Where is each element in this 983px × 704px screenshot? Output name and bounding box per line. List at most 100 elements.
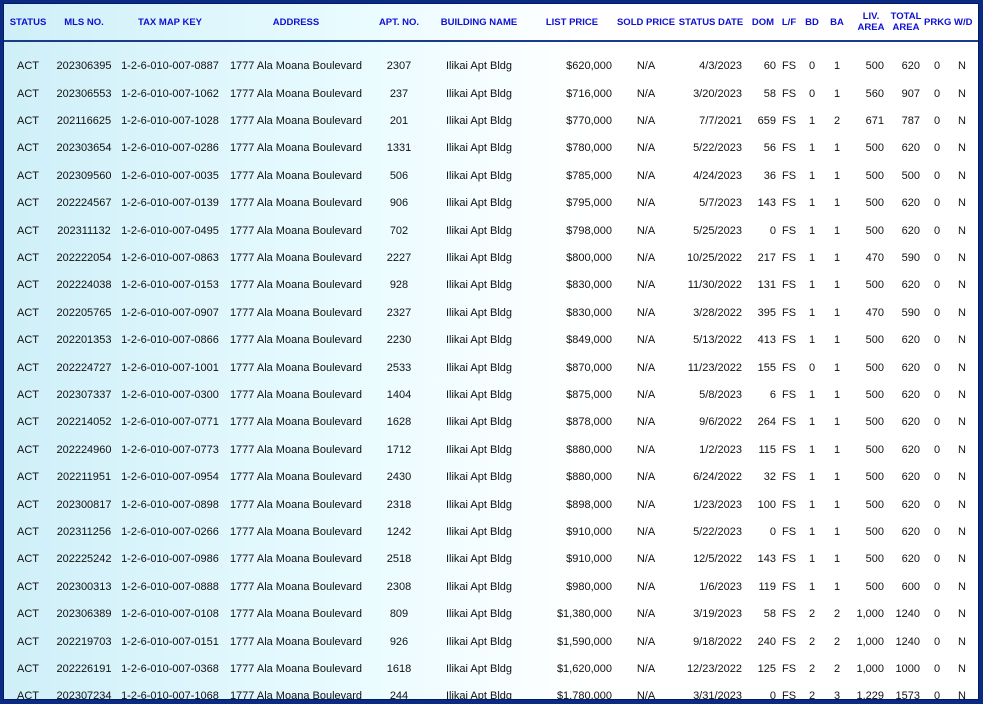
table-row[interactable]: ACT 202307337 1-2-6-010-007-0300 1777 Ala M… bbox=[4, 381, 978, 408]
table-row[interactable]: ACT 202214052 1-2-6-010-007-0771 1777 Ala M… bbox=[4, 409, 978, 436]
cell-status: ACT bbox=[17, 662, 39, 675]
cell-wd: N bbox=[958, 690, 966, 700]
cell-lf: FS bbox=[781, 142, 797, 155]
table-row[interactable]: ACT 202224960 1-2-6-010-007-0773 1777 Ala M… bbox=[4, 436, 978, 463]
cell-status: ACT bbox=[17, 169, 39, 182]
column-header-mls-no[interactable]: MLS NO. bbox=[52, 4, 116, 42]
table-row[interactable]: ACT 202225242 1-2-6-010-007-0986 1777 Ala M… bbox=[4, 546, 978, 573]
cell-dom: 0 bbox=[769, 525, 776, 538]
cell-wd: N bbox=[958, 416, 966, 429]
cell-building-name: Ilikai Apt Bldg bbox=[445, 690, 513, 700]
cell-address: 1777 Ala Moana Boulevard bbox=[229, 498, 363, 511]
cell-status: ACT bbox=[17, 361, 39, 374]
cell-status: ACT bbox=[17, 60, 39, 72]
cell-total-area: 590 bbox=[901, 306, 920, 319]
table-row[interactable]: ACT 202116625 1-2-6-010-007-1028 1777 Ala M… bbox=[4, 107, 978, 134]
table-row[interactable]: ACT 202311132 1-2-6-010-007-0495 1777 Ala M… bbox=[4, 217, 978, 244]
table-row[interactable]: ACT 202306389 1-2-6-010-007-0108 1777 Ala M… bbox=[4, 600, 978, 627]
cell-total-area: 620 bbox=[901, 60, 920, 72]
cell-sold-price: N/A bbox=[636, 416, 656, 429]
table-row[interactable]: ACT 202311256 1-2-6-010-007-0266 1777 Ala M… bbox=[4, 518, 978, 545]
cell-dom: 100 bbox=[757, 498, 776, 511]
cell-bd: 1 bbox=[808, 142, 816, 155]
cell-tax-map-key: 1-2-6-010-007-0771 bbox=[121, 416, 219, 429]
cell-liv-area: 470 bbox=[865, 252, 884, 265]
cell-list-price: $880,000 bbox=[566, 471, 612, 484]
cell-sold-price: N/A bbox=[636, 388, 656, 401]
cell-address: 1777 Ala Moana Boulevard bbox=[229, 662, 363, 675]
cell-tax-map-key: 1-2-6-010-007-0108 bbox=[121, 608, 219, 621]
table-row[interactable]: ACT 202303654 1-2-6-010-007-0286 1777 Ala M… bbox=[4, 135, 978, 162]
cell-mls-no: 202224727 bbox=[56, 361, 112, 374]
cell-tax-map-key: 1-2-6-010-007-1001 bbox=[121, 361, 219, 374]
column-header-lf[interactable]: L/F bbox=[780, 4, 798, 42]
column-header-status-date[interactable]: STATUS DATE bbox=[676, 4, 746, 42]
cell-apt-no: 201 bbox=[389, 115, 409, 128]
cell-total-area: 620 bbox=[901, 498, 920, 511]
cell-status: ACT bbox=[17, 388, 39, 401]
cell-building-name: Ilikai Apt Bldg bbox=[445, 388, 513, 401]
column-header-sold-price[interactable]: SOLD PRICE bbox=[616, 4, 676, 42]
cell-ba: 2 bbox=[833, 662, 841, 675]
column-header-dom[interactable]: DOM bbox=[746, 4, 780, 42]
cell-address: 1777 Ala Moana Boulevard bbox=[229, 416, 363, 429]
cell-lf: FS bbox=[781, 662, 797, 675]
cell-apt-no: 1628 bbox=[386, 416, 412, 429]
column-header-prkg[interactable]: PRKG bbox=[924, 4, 951, 42]
cell-status-date: 11/23/2022 bbox=[687, 361, 742, 374]
cell-status: ACT bbox=[17, 443, 39, 456]
cell-wd: N bbox=[958, 197, 966, 210]
cell-total-area: 907 bbox=[901, 87, 920, 100]
table-row[interactable]: ACT 202201353 1-2-6-010-007-0866 1777 Ala M… bbox=[4, 327, 978, 354]
column-header-apt-no[interactable]: APT. NO. bbox=[368, 4, 430, 42]
cell-liv-area: 671 bbox=[865, 115, 884, 128]
column-header-list-price[interactable]: LIST PRICE bbox=[528, 4, 616, 42]
table-row[interactable]: ACT 202309560 1-2-6-010-007-0035 1777 Ala M… bbox=[4, 162, 978, 189]
cell-tax-map-key: 1-2-6-010-007-0863 bbox=[121, 252, 219, 265]
table-row[interactable]: ACT 202222054 1-2-6-010-007-0863 1777 Ala M… bbox=[4, 244, 978, 271]
table-row[interactable]: ACT 202224567 1-2-6-010-007-0139 1777 Ala M… bbox=[4, 190, 978, 217]
table-row[interactable]: ACT 202219703 1-2-6-010-007-0151 1777 Ala M… bbox=[4, 628, 978, 655]
cell-status-date: 5/22/2023 bbox=[693, 142, 742, 155]
column-header-bd[interactable]: BD bbox=[798, 4, 826, 42]
cell-address: 1777 Ala Moana Boulevard bbox=[229, 197, 363, 210]
cell-building-name: Ilikai Apt Bldg bbox=[445, 252, 513, 265]
cell-status-date: 4/3/2023 bbox=[699, 60, 742, 72]
column-header-ba[interactable]: BA bbox=[826, 4, 848, 42]
column-header-liv-area[interactable]: LIV. AREA bbox=[848, 4, 888, 42]
table-row[interactable]: ACT 202224727 1-2-6-010-007-1001 1777 Ala M… bbox=[4, 354, 978, 381]
cell-address: 1777 Ala Moana Boulevard bbox=[229, 224, 363, 237]
column-header-status[interactable]: STATUS bbox=[4, 4, 52, 42]
cell-lf: FS bbox=[781, 115, 797, 128]
column-header-tax-map-key[interactable]: TAX MAP KEY bbox=[116, 4, 224, 42]
column-header-wd[interactable]: W/D bbox=[950, 4, 978, 42]
table-row[interactable]: ACT 202226191 1-2-6-010-007-0368 1777 Ala M… bbox=[4, 655, 978, 682]
cell-building-name: Ilikai Apt Bldg bbox=[445, 443, 513, 456]
table-row[interactable]: ACT 202307234 1-2-6-010-007-1068 1777 Ala M… bbox=[4, 683, 978, 700]
table-row[interactable]: ACT 202205765 1-2-6-010-007-0907 1777 Ala M… bbox=[4, 299, 978, 326]
table-row[interactable]: ACT 202300313 1-2-6-010-007-0888 1777 Ala M… bbox=[4, 573, 978, 600]
table-row[interactable]: ACT 202211951 1-2-6-010-007-0954 1777 Ala M… bbox=[4, 463, 978, 490]
cell-ba: 1 bbox=[833, 361, 841, 374]
cell-ba: 1 bbox=[833, 471, 841, 484]
cell-lf: FS bbox=[781, 306, 797, 319]
cell-dom: 60 bbox=[763, 60, 776, 72]
table-row[interactable]: ACT 202224038 1-2-6-010-007-0153 1777 Ala M… bbox=[4, 272, 978, 299]
cell-liv-area: 1,000 bbox=[856, 662, 884, 675]
cell-status: ACT bbox=[17, 608, 39, 621]
cell-list-price: $830,000 bbox=[566, 306, 612, 319]
cell-building-name: Ilikai Apt Bldg bbox=[445, 471, 513, 484]
cell-wd: N bbox=[958, 608, 966, 621]
table-row[interactable]: ACT 202300817 1-2-6-010-007-0898 1777 Ala M… bbox=[4, 491, 978, 518]
column-header-total-area[interactable]: TOTAL AREA bbox=[888, 4, 924, 42]
cell-tax-map-key: 1-2-6-010-007-0139 bbox=[121, 197, 219, 210]
cell-mls-no: 202222054 bbox=[56, 252, 112, 265]
column-header-building-name[interactable]: BUILDING NAME bbox=[430, 4, 528, 42]
column-header-address[interactable]: ADDRESS bbox=[224, 4, 368, 42]
table-row[interactable]: ACT 202306395 1-2-6-010-007-0887 1777 Ala M… bbox=[4, 41, 978, 80]
cell-total-area: 1240 bbox=[895, 608, 920, 621]
cell-wd: N bbox=[958, 553, 966, 566]
table-row[interactable]: ACT 202306553 1-2-6-010-007-1062 1777 Ala M… bbox=[4, 80, 978, 107]
cell-wd: N bbox=[958, 361, 966, 374]
cell-ba: 1 bbox=[833, 60, 841, 72]
